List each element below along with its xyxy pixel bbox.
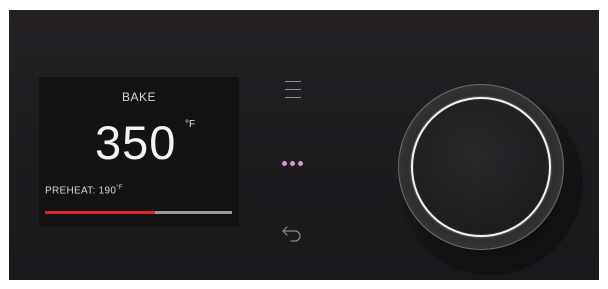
menu-icon-line [285, 97, 301, 98]
more-dot [281, 160, 287, 166]
temperature-unit: °F [185, 119, 196, 130]
temperature-value: 350 [95, 116, 177, 169]
control-knob[interactable] [398, 84, 564, 250]
more-dot [289, 160, 295, 166]
oven-control-panel: BAKE 350 °F PREHEAT: 190°F [9, 10, 599, 280]
preheat-unit: °F [116, 185, 123, 191]
knob-light-ring [411, 97, 551, 237]
preheat-status: PREHEAT: 190°F [45, 185, 123, 196]
cooking-mode-label: BAKE [121, 90, 156, 104]
preheat-progress-fill [45, 211, 156, 214]
menu-icon[interactable] [281, 78, 303, 100]
menu-icon-line [285, 81, 301, 82]
more-options-icon[interactable] [279, 156, 305, 170]
oven-display-screen: BAKE 350 °F PREHEAT: 190°F [39, 77, 239, 227]
temperature-readout: 350 °F [39, 117, 239, 177]
menu-icon-line [285, 89, 301, 90]
back-arrow-glyph [282, 226, 301, 242]
preheat-label: PREHEAT: 190 [45, 185, 117, 197]
more-dot [297, 160, 303, 166]
back-arrow-icon[interactable] [279, 222, 305, 244]
preheat-progress-bar [45, 211, 232, 214]
